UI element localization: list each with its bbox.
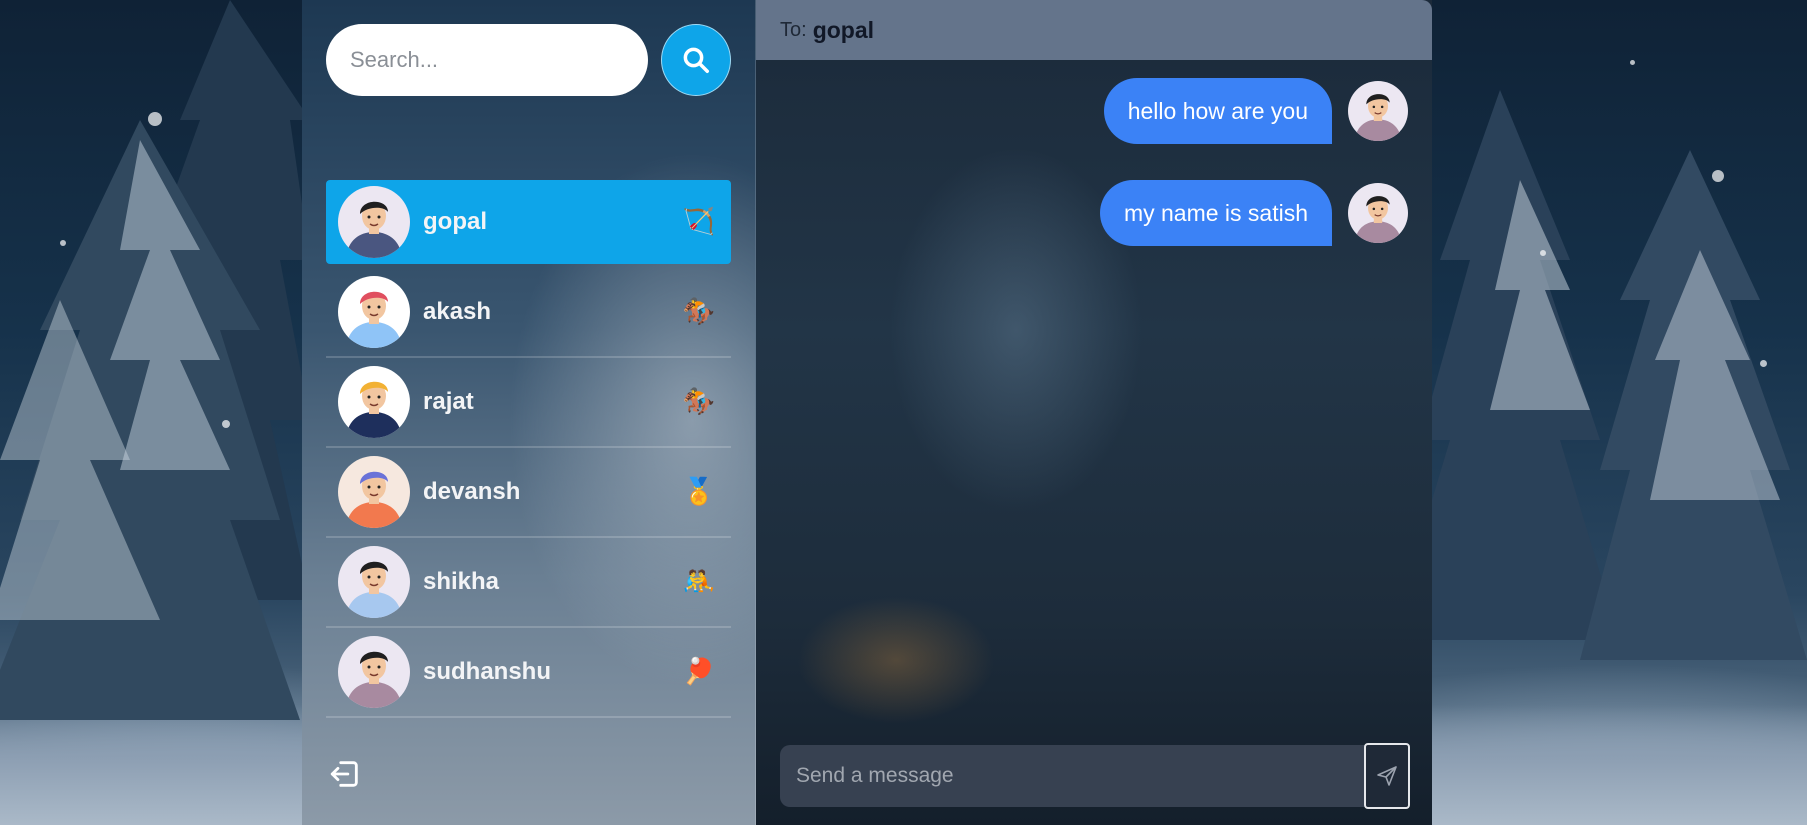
search-icon bbox=[683, 47, 709, 73]
search-input[interactable] bbox=[326, 24, 648, 96]
logout-button[interactable] bbox=[328, 757, 364, 793]
pine-trees-right bbox=[1430, 90, 1807, 660]
snowflake bbox=[148, 112, 162, 126]
avatar bbox=[338, 366, 410, 438]
search-row bbox=[326, 24, 731, 96]
message-row: my name is satish bbox=[780, 180, 1408, 246]
user-status-emoji: 🏇 bbox=[682, 297, 716, 327]
divider bbox=[326, 626, 731, 628]
send-button[interactable] bbox=[1364, 743, 1410, 809]
chat-panel: To: gopal hello how are you my name is s… bbox=[756, 0, 1432, 825]
user-name: rajat bbox=[423, 388, 474, 415]
message-list: hello how are you my name is satish bbox=[756, 60, 1432, 246]
user-name: shikha bbox=[423, 568, 500, 595]
user-status-emoji: 🏇 bbox=[682, 387, 716, 417]
message-bubble: hello how are you bbox=[1103, 78, 1332, 144]
user-name: sudhanshu bbox=[423, 658, 552, 685]
message-row: hello how are you bbox=[780, 78, 1408, 144]
user-status-emoji: 🏓 bbox=[682, 657, 716, 687]
snowflake bbox=[222, 420, 230, 428]
search-button[interactable] bbox=[661, 24, 731, 96]
sender-avatar bbox=[1348, 81, 1408, 141]
user-name: akash bbox=[423, 298, 492, 325]
user-status-emoji: 🏅 bbox=[682, 477, 716, 507]
divider bbox=[326, 446, 731, 448]
sender-avatar bbox=[1348, 183, 1408, 243]
snowflake bbox=[1760, 360, 1767, 367]
avatar bbox=[338, 456, 410, 528]
avatar bbox=[338, 276, 410, 348]
user-status-emoji: 🤼 bbox=[682, 567, 716, 597]
avatar bbox=[338, 186, 410, 258]
user-list: gopal 🏹 akash 🏇 rajat 🏇 devansh 🏅 shikha… bbox=[326, 180, 731, 718]
user-status-emoji: 🏹 bbox=[682, 207, 716, 237]
user-name: devansh bbox=[423, 478, 521, 505]
message-input[interactable] bbox=[796, 764, 1364, 788]
recipient-name: gopal bbox=[812, 16, 875, 43]
user-item-devansh[interactable]: devansh 🏅 bbox=[326, 450, 731, 538]
sidebar: gopal 🏹 akash 🏇 rajat 🏇 bbox=[302, 0, 756, 825]
recipient-label: To: bbox=[780, 18, 807, 41]
divider bbox=[326, 356, 731, 358]
message-composer bbox=[780, 743, 1410, 809]
user-item-rajat[interactable]: rajat 🏇 bbox=[326, 360, 731, 448]
user-item-shikha[interactable]: shikha 🤼 bbox=[326, 540, 731, 628]
send-icon bbox=[1377, 766, 1397, 786]
user-name: gopal bbox=[423, 208, 487, 235]
user-item-gopal[interactable]: gopal 🏹 bbox=[326, 180, 731, 264]
snowflake bbox=[60, 240, 66, 246]
avatar bbox=[338, 546, 410, 618]
user-item-akash[interactable]: akash 🏇 bbox=[326, 270, 731, 358]
chat-header: To: gopal bbox=[756, 0, 1432, 60]
user-item-sudhanshu[interactable]: sudhanshu 🏓 bbox=[326, 630, 731, 718]
divider bbox=[326, 716, 731, 718]
snowflake bbox=[1630, 60, 1635, 65]
divider bbox=[326, 536, 731, 538]
avatar bbox=[338, 636, 410, 708]
message-bubble: my name is satish bbox=[1099, 180, 1332, 246]
chat-app: gopal 🏹 akash 🏇 rajat 🏇 bbox=[302, 0, 1432, 825]
logout-icon bbox=[330, 761, 358, 787]
snowflake bbox=[1540, 250, 1546, 256]
snowflake bbox=[1712, 170, 1724, 182]
